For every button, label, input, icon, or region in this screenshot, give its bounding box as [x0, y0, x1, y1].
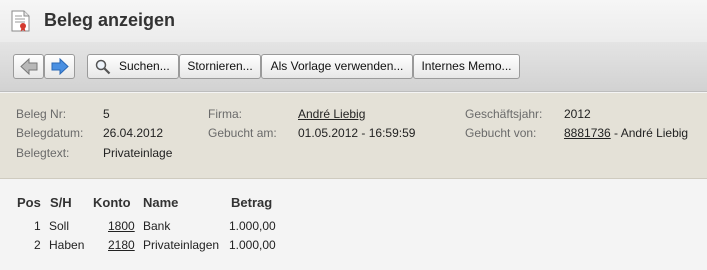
internal-memo-button-label: Internes Memo... [421, 59, 512, 73]
column-header-sh: S/H [50, 195, 72, 210]
document-certificate-icon [11, 10, 30, 32]
row-pos: 2 [34, 238, 41, 252]
internal-memo-button[interactable]: Internes Memo... [413, 54, 520, 79]
search-button-label: Suchen... [119, 59, 170, 73]
beleg-nr-value: 5 [103, 107, 110, 121]
row-pos: 1 [34, 219, 41, 233]
column-header-name: Name [143, 195, 179, 210]
gebucht-von-name: - André Liebig [610, 126, 689, 140]
arrow-right-icon [51, 58, 69, 75]
row-konto-link[interactable]: 2180 [108, 238, 135, 252]
geschaeftsjahr-value: 2012 [564, 107, 591, 121]
toolbar: Suchen... Stornieren... Als Vorlage verw… [0, 42, 707, 92]
cancel-button-label: Stornieren... [187, 59, 253, 73]
gebucht-am-value: 01.05.2012 - 16:59:59 [298, 126, 416, 140]
document-header: Beleg Nr: 5 Belegdatum: 26.04.2012 Beleg… [0, 93, 707, 179]
row-betrag: 1.000,00 [229, 219, 276, 233]
column-header-betrag: Betrag [231, 195, 273, 210]
gebucht-am-label: Gebucht am: [208, 126, 277, 140]
gebucht-von-label: Gebucht von: [465, 126, 537, 140]
gebucht-von-value: 8881736 - André Liebig [564, 126, 688, 140]
gebucht-von-user-link[interactable]: 8881736 [564, 126, 611, 140]
belegdatum-value: 26.04.2012 [103, 126, 164, 140]
row-konto-link[interactable]: 1800 [108, 219, 135, 233]
beleg-nr-label: Beleg Nr: [16, 107, 67, 121]
row-name: Bank [143, 219, 171, 233]
use-as-template-button[interactable]: Als Vorlage verwenden... [261, 54, 413, 79]
column-header-konto: Konto [93, 195, 131, 210]
row-name: Privateinlagen [143, 238, 220, 252]
belegdatum-label: Belegdatum: [16, 126, 84, 140]
row-sh: Soll [49, 219, 70, 233]
back-button[interactable] [13, 54, 44, 79]
belegtext-value: Privateinlage [103, 146, 173, 160]
cancel-button[interactable]: Stornieren... [179, 54, 261, 79]
use-as-template-button-label: Als Vorlage verwenden... [270, 59, 404, 73]
arrow-left-icon [20, 58, 38, 75]
page-title: Beleg anzeigen [44, 10, 176, 30]
forward-button[interactable] [44, 54, 75, 79]
booking-table: Pos S/H Konto Name Betrag 1 Soll 1800 Ba… [0, 180, 707, 270]
belegtext-label: Belegtext: [16, 146, 70, 160]
firma-label: Firma: [208, 107, 242, 121]
magnifier-icon [95, 59, 111, 75]
row-sh: Haben [49, 238, 85, 252]
row-betrag: 1.000,00 [229, 238, 276, 252]
firma-link[interactable]: André Liebig [298, 107, 365, 121]
title-bar: Beleg anzeigen [0, 0, 707, 42]
column-header-pos: Pos [17, 195, 41, 210]
search-button[interactable]: Suchen... [87, 54, 179, 79]
geschaeftsjahr-label: Geschäftsjahr: [465, 107, 543, 121]
